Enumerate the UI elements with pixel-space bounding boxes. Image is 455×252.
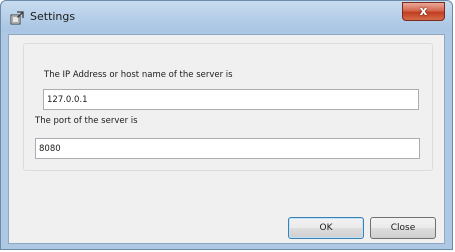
server-settings-group: The IP Address or host name of the serve… bbox=[23, 43, 433, 171]
ok-button[interactable]: OK bbox=[288, 217, 364, 239]
window-title: Settings bbox=[30, 10, 76, 23]
port-input[interactable] bbox=[35, 138, 420, 159]
settings-window: Settings x The IP Address or host name o… bbox=[0, 0, 453, 250]
close-icon: x bbox=[419, 4, 428, 18]
host-input[interactable] bbox=[43, 89, 419, 110]
close-button[interactable]: Close bbox=[370, 217, 436, 239]
title-bar[interactable]: Settings x bbox=[1, 1, 452, 34]
port-label: The port of the server is bbox=[35, 116, 138, 126]
window-close-button[interactable]: x bbox=[402, 2, 445, 21]
settings-window-icon bbox=[10, 11, 24, 25]
ok-button-label: OK bbox=[319, 223, 333, 233]
dialog-body: The IP Address or host name of the serve… bbox=[8, 34, 445, 244]
close-button-label: Close bbox=[390, 223, 416, 233]
host-label: The IP Address or host name of the serve… bbox=[44, 70, 233, 80]
